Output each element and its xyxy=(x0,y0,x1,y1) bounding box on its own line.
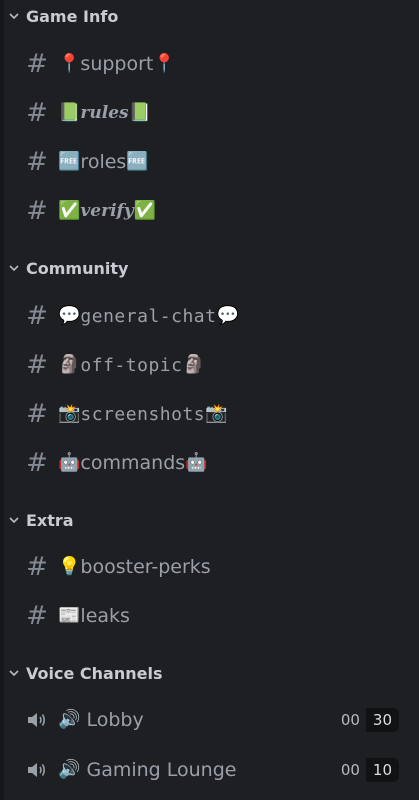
hash-icon: # xyxy=(26,49,48,79)
channel-name: 💬 general-chat 💬 xyxy=(58,305,239,327)
category-label: Game Info xyxy=(26,6,119,26)
hash-icon: # xyxy=(26,350,48,380)
hash-icon: # xyxy=(26,601,48,631)
category-label: Voice Channels xyxy=(26,663,163,683)
channel-support[interactable]: # 📍 support 📍 xyxy=(26,46,399,82)
hash-icon: # xyxy=(26,448,48,478)
hash-icon: # xyxy=(26,98,48,128)
channel-commands[interactable]: # 🤖 commands 🤖 xyxy=(26,445,399,481)
user-count: 00 xyxy=(334,708,366,732)
channel-name: 🔊 Lobby xyxy=(58,709,144,731)
channel-name: 📍 support 📍 xyxy=(58,53,176,75)
hash-icon: # xyxy=(26,301,48,331)
channel-name: 📗 rules 📗 xyxy=(58,102,152,123)
channel-leaks[interactable]: # 📰 leaks xyxy=(26,598,399,634)
channel-name: 🤖 commands 🤖 xyxy=(58,452,208,474)
category-game-info[interactable]: Game Info xyxy=(8,4,118,28)
category-label: Extra xyxy=(26,510,74,530)
user-limit-badge: 00 10 xyxy=(334,758,399,782)
chevron-down-icon xyxy=(8,10,20,22)
channel-name: 🗿 off-topic 🗿 xyxy=(58,354,205,376)
voice-channel-gaming-lounge[interactable]: 🔊 Gaming Lounge 00 10 xyxy=(26,752,399,788)
user-limit-badge: 00 30 xyxy=(334,708,399,732)
channel-name: 💡 booster-perks xyxy=(58,556,211,578)
category-community[interactable]: Community xyxy=(8,256,128,280)
channel-rules[interactable]: # 📗 rules 📗 xyxy=(26,95,399,131)
channel-general-chat[interactable]: # 💬 general-chat 💬 xyxy=(26,298,399,334)
hash-icon: # xyxy=(26,147,48,177)
channel-roles[interactable]: # 🆓 roles 🆓 xyxy=(26,144,399,180)
hash-icon: # xyxy=(26,552,48,582)
user-limit: 30 xyxy=(365,708,399,732)
speaker-icon xyxy=(26,711,48,729)
channel-name: 🔊 Gaming Lounge xyxy=(58,759,237,781)
chevron-down-icon xyxy=(8,667,20,679)
user-limit: 10 xyxy=(365,758,399,782)
chevron-down-icon xyxy=(8,262,20,274)
channel-screenshots[interactable]: # 📸 screenshots 📸 xyxy=(26,396,399,432)
sidebar-left-edge xyxy=(0,0,4,800)
channel-booster-perks[interactable]: # 💡 booster-perks xyxy=(26,549,399,585)
category-voice-channels[interactable]: Voice Channels xyxy=(8,661,162,685)
category-label: Community xyxy=(26,258,129,278)
channel-verify[interactable]: # ✅ verify ✅ xyxy=(26,193,399,229)
hash-icon: # xyxy=(26,196,48,226)
channel-name: ✅ verify ✅ xyxy=(58,200,157,221)
hash-icon: # xyxy=(26,399,48,429)
user-count: 00 xyxy=(334,758,366,782)
chevron-down-icon xyxy=(8,514,20,526)
speaker-icon xyxy=(26,761,48,779)
channel-name: 📸 screenshots 📸 xyxy=(58,403,228,425)
voice-channel-lobby[interactable]: 🔊 Lobby 00 30 xyxy=(26,702,399,738)
category-extra[interactable]: Extra xyxy=(8,508,74,532)
channel-name: 📰 leaks xyxy=(58,605,130,627)
channel-name: 🆓 roles 🆓 xyxy=(58,151,149,173)
channel-off-topic[interactable]: # 🗿 off-topic 🗿 xyxy=(26,347,399,383)
